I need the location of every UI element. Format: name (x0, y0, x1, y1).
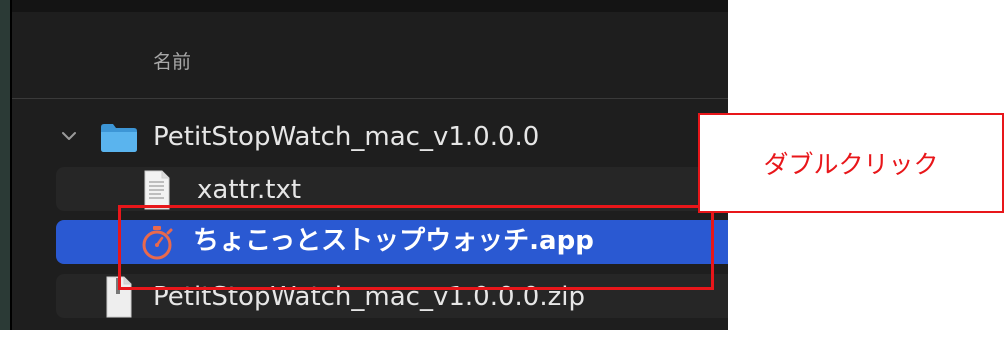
list-item-text-file[interactable]: xattr.txt (56, 167, 728, 211)
list-item-app-selected[interactable]: ちょこっとストップウォッチ.app (56, 220, 728, 264)
annotation-callout: ダブルクリック (698, 113, 1004, 213)
item-name: xattr.txt (197, 175, 302, 205)
zip-file-icon (106, 276, 132, 318)
list-item-zip-file[interactable]: PetitStopWatch_mac_v1.0.0.0.zip (56, 274, 728, 318)
item-name: PetitStopWatch_mac_v1.0.0.0.zip (153, 282, 585, 312)
stopwatch-app-icon (142, 226, 173, 260)
item-name: PetitStopWatch_mac_v1.0.0.0 (153, 122, 540, 152)
item-name: ちょこっとストップウォッチ.app (193, 226, 594, 256)
list-item-folder[interactable]: PetitStopWatch_mac_v1.0.0.0 (56, 115, 728, 159)
finder-window: 名前 PetitStopWatch_mac_v1.0.0.0 xattr.txt (0, 0, 728, 330)
chevron-down-icon[interactable] (62, 130, 76, 142)
column-header[interactable]: 名前 (12, 12, 728, 99)
folder-icon (101, 124, 137, 152)
window-edge (0, 0, 10, 330)
column-header-name: 名前 (153, 51, 192, 73)
annotation-label: ダブルクリック (763, 150, 939, 179)
text-file-icon (144, 170, 170, 210)
toolbar-strip (12, 0, 728, 12)
